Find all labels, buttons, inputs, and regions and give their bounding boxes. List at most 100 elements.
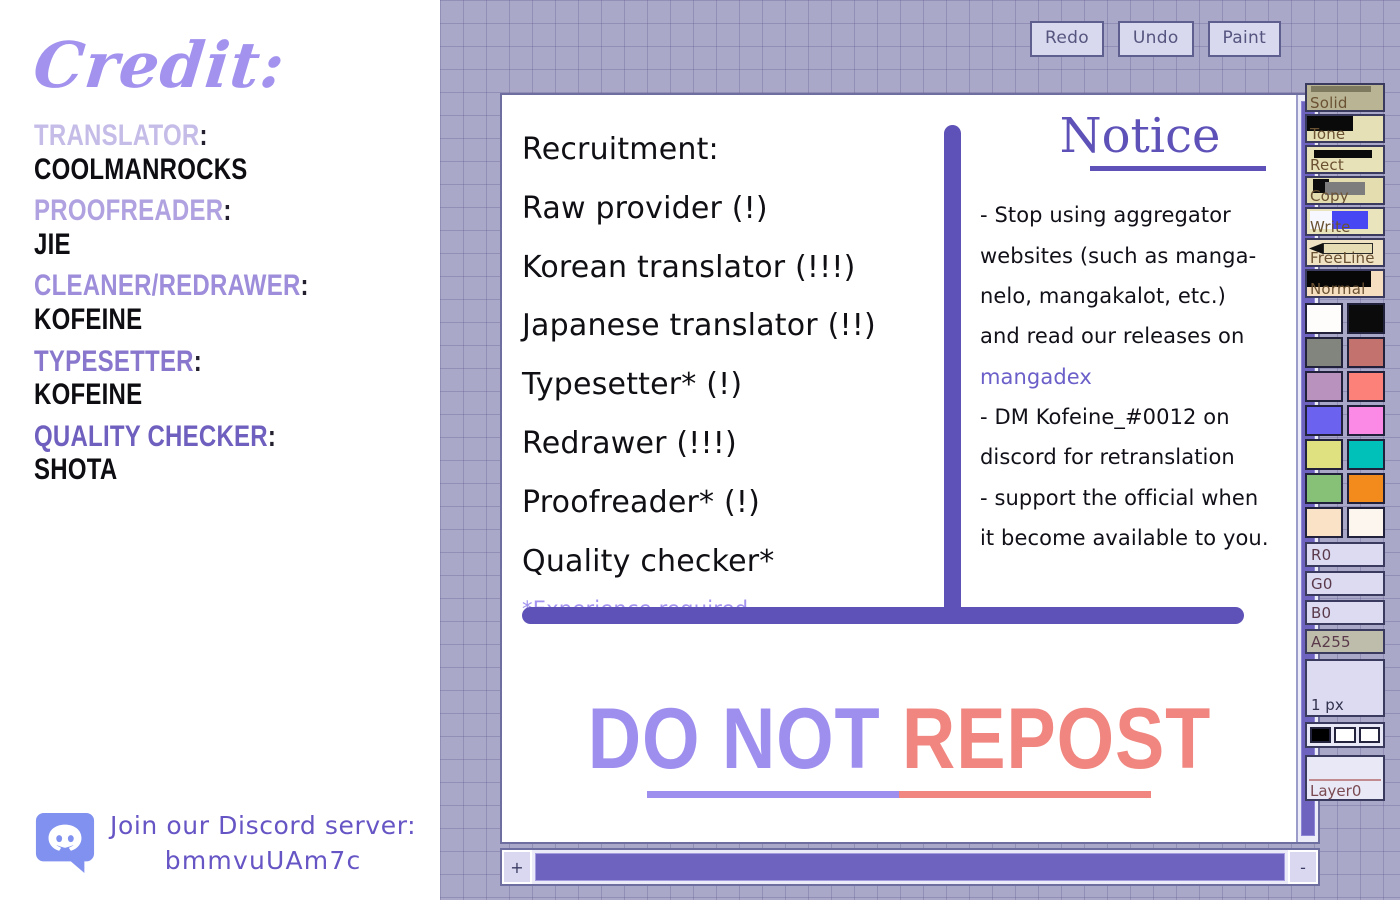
screenshot-root: Credit: TRANSLATOR: COOLMANROCKS PROOFREAD… (0, 0, 1400, 900)
horizontal-divider-bar (522, 607, 1244, 624)
credit-colon: : (300, 269, 309, 303)
brush-size-label: 1 px (1311, 696, 1344, 714)
credit-role-label: PROOFREADER: (34, 194, 359, 228)
color-swatch[interactable] (1305, 303, 1343, 334)
color-swatch[interactable] (1347, 439, 1385, 470)
notice-line: it become available to you. (980, 525, 1269, 550)
credit-person-name: KOFEINE (34, 302, 143, 336)
notice-line: websites (such as manga- (980, 243, 1257, 268)
notice-line: - support the official when (980, 485, 1259, 510)
color-swatch[interactable] (1347, 371, 1385, 402)
credit-role-label: QUALITY CHECKER: (34, 420, 359, 454)
credit-role-text: TYPESETTER (34, 344, 194, 378)
tool-label: Write (1310, 218, 1351, 236)
credit-colon: : (223, 194, 232, 228)
notice-title: Notice (1059, 108, 1221, 164)
notice-line: nelo, mangakalot, etc.) (980, 284, 1226, 309)
tool-write[interactable]: Write (1305, 207, 1385, 236)
credits-title: Credit: (30, 28, 289, 102)
color-swatch[interactable] (1305, 405, 1343, 436)
credit-role-text: TRANSLATOR (34, 119, 200, 152)
recruitment-heading: Recruitment: (522, 132, 719, 167)
color-swatch[interactable] (1347, 303, 1385, 334)
color-swatch[interactable] (1305, 439, 1343, 470)
layer-divider-line (1309, 779, 1381, 781)
color-swatch[interactable] (1347, 337, 1385, 368)
do-not-repost-underline (647, 791, 1151, 798)
paint-button[interactable]: Paint (1207, 21, 1282, 57)
credit-person-name: SHOTA (34, 453, 118, 487)
tool-tone[interactable]: Tone (1305, 114, 1385, 143)
color-swatch[interactable] (1305, 371, 1343, 402)
brush-size-box[interactable]: 1 px (1305, 659, 1385, 717)
recruitment-item: Proofreader* (!) (522, 484, 761, 520)
alpha-channel-value[interactable]: A255 (1305, 629, 1385, 654)
do-not-text: DO NOT (587, 691, 902, 787)
tool-copy[interactable]: Copy (1305, 176, 1385, 205)
tool-label: Rect (1310, 156, 1344, 174)
zoom-out-button[interactable]: - (1288, 850, 1318, 884)
credit-colon: : (199, 119, 208, 152)
layer-label: Layer0 (1310, 782, 1362, 800)
blue-channel-value[interactable]: B0 (1305, 600, 1385, 625)
do-not-repost-watermark: DO NOT REPOST (502, 696, 1296, 798)
notice-link[interactable]: mangadex (980, 357, 1296, 397)
discord-prompt: Join our Discord server: (110, 811, 417, 840)
credit-colon: : (267, 419, 277, 453)
underline-salmon-half (899, 791, 1151, 798)
tool-label: Normal (1310, 280, 1366, 298)
color-swatch[interactable] (1305, 473, 1343, 504)
discord-text: Join our Discord server: bmmvuUAm7c (110, 805, 416, 878)
canvas-window: Recruitment: Raw provider (!) Korean tran… (500, 93, 1320, 844)
red-channel-value[interactable]: R0 (1305, 542, 1385, 567)
color-swatch[interactable] (1347, 405, 1385, 436)
canvas-horizontal-scrollbar[interactable]: + - (500, 848, 1320, 886)
credit-role-text: CLEANER/REDRAWER (34, 269, 301, 303)
recruitment-item: Typesetter* (!) (522, 367, 743, 403)
recruitment-item: Korean translator (!!!) (522, 249, 856, 285)
color-channel-list: R0 G0 B0 A255 (1305, 542, 1385, 654)
notice-line: - Stop using aggregator (980, 203, 1231, 228)
tool-rect[interactable]: Rect (1305, 145, 1385, 174)
color-swatch[interactable] (1305, 337, 1343, 368)
recruitment-item: Quality checker* (522, 543, 775, 579)
canvas-page[interactable]: Recruitment: Raw provider (!) Korean tran… (502, 95, 1296, 842)
color-swatch[interactable] (1347, 507, 1385, 538)
undo-button[interactable]: Undo (1117, 21, 1194, 57)
color-swatch[interactable] (1305, 507, 1343, 538)
mini-color-swatch[interactable] (1334, 727, 1356, 743)
credits-list: TRANSLATOR: COOLMANROCKS PROOFREADER: JIE CL… (34, 119, 440, 487)
credits-panel: Credit: TRANSLATOR: COOLMANROCKS PROOFREAD… (0, 0, 440, 900)
color-swatch-grid (1305, 303, 1385, 538)
credit-role-text: QUALITY CHECKER (34, 419, 268, 453)
credit-role-label: CLEANER/REDRAWER: (34, 269, 359, 303)
recruitment-item: Redrawer (!!!) (522, 425, 737, 461)
zoom-in-button[interactable]: + (502, 850, 532, 884)
recruitment-item: Japanese translator (!!) (522, 308, 876, 344)
credit-person-name: JIE (34, 227, 71, 261)
credit-colon: : (193, 344, 202, 378)
credit-role-label: TYPESETTER: (34, 345, 359, 379)
tool-normal[interactable]: Normal (1305, 269, 1385, 298)
notice-line: - DM Kofeine_#0012 on (980, 404, 1230, 429)
layer-box[interactable]: Layer0 (1305, 755, 1385, 801)
credit-role-text: PROOFREADER (34, 194, 224, 228)
mini-color-swatch[interactable] (1358, 727, 1380, 743)
redo-button[interactable]: Redo (1030, 21, 1104, 57)
tool-solid[interactable]: Solid (1305, 83, 1385, 112)
tool-palette: Solid Tone Rect Copy Write FreeLine Normal R0 G… (1305, 83, 1385, 801)
discord-invite-block[interactable]: Join our Discord server: bmmvuUAm7c (34, 805, 416, 878)
tool-freeline[interactable]: FreeLine (1305, 238, 1385, 267)
tool-label: Copy (1310, 187, 1349, 205)
discord-invite-code[interactable]: bmmvuUAm7c (110, 844, 416, 879)
horizontal-scrollbar-track[interactable] (532, 850, 1288, 884)
tool-label: Tone (1310, 125, 1346, 143)
do-not-repost-text: DO NOT REPOST (587, 696, 1210, 782)
discord-icon (35, 812, 95, 873)
horizontal-scrollbar-thumb[interactable] (535, 853, 1285, 881)
credit-role-label: TRANSLATOR: (34, 119, 359, 153)
mini-color-swatch[interactable] (1310, 727, 1332, 743)
notice-line: discord for retranslation (980, 445, 1235, 470)
color-swatch[interactable] (1347, 473, 1385, 504)
green-channel-value[interactable]: G0 (1305, 571, 1385, 596)
